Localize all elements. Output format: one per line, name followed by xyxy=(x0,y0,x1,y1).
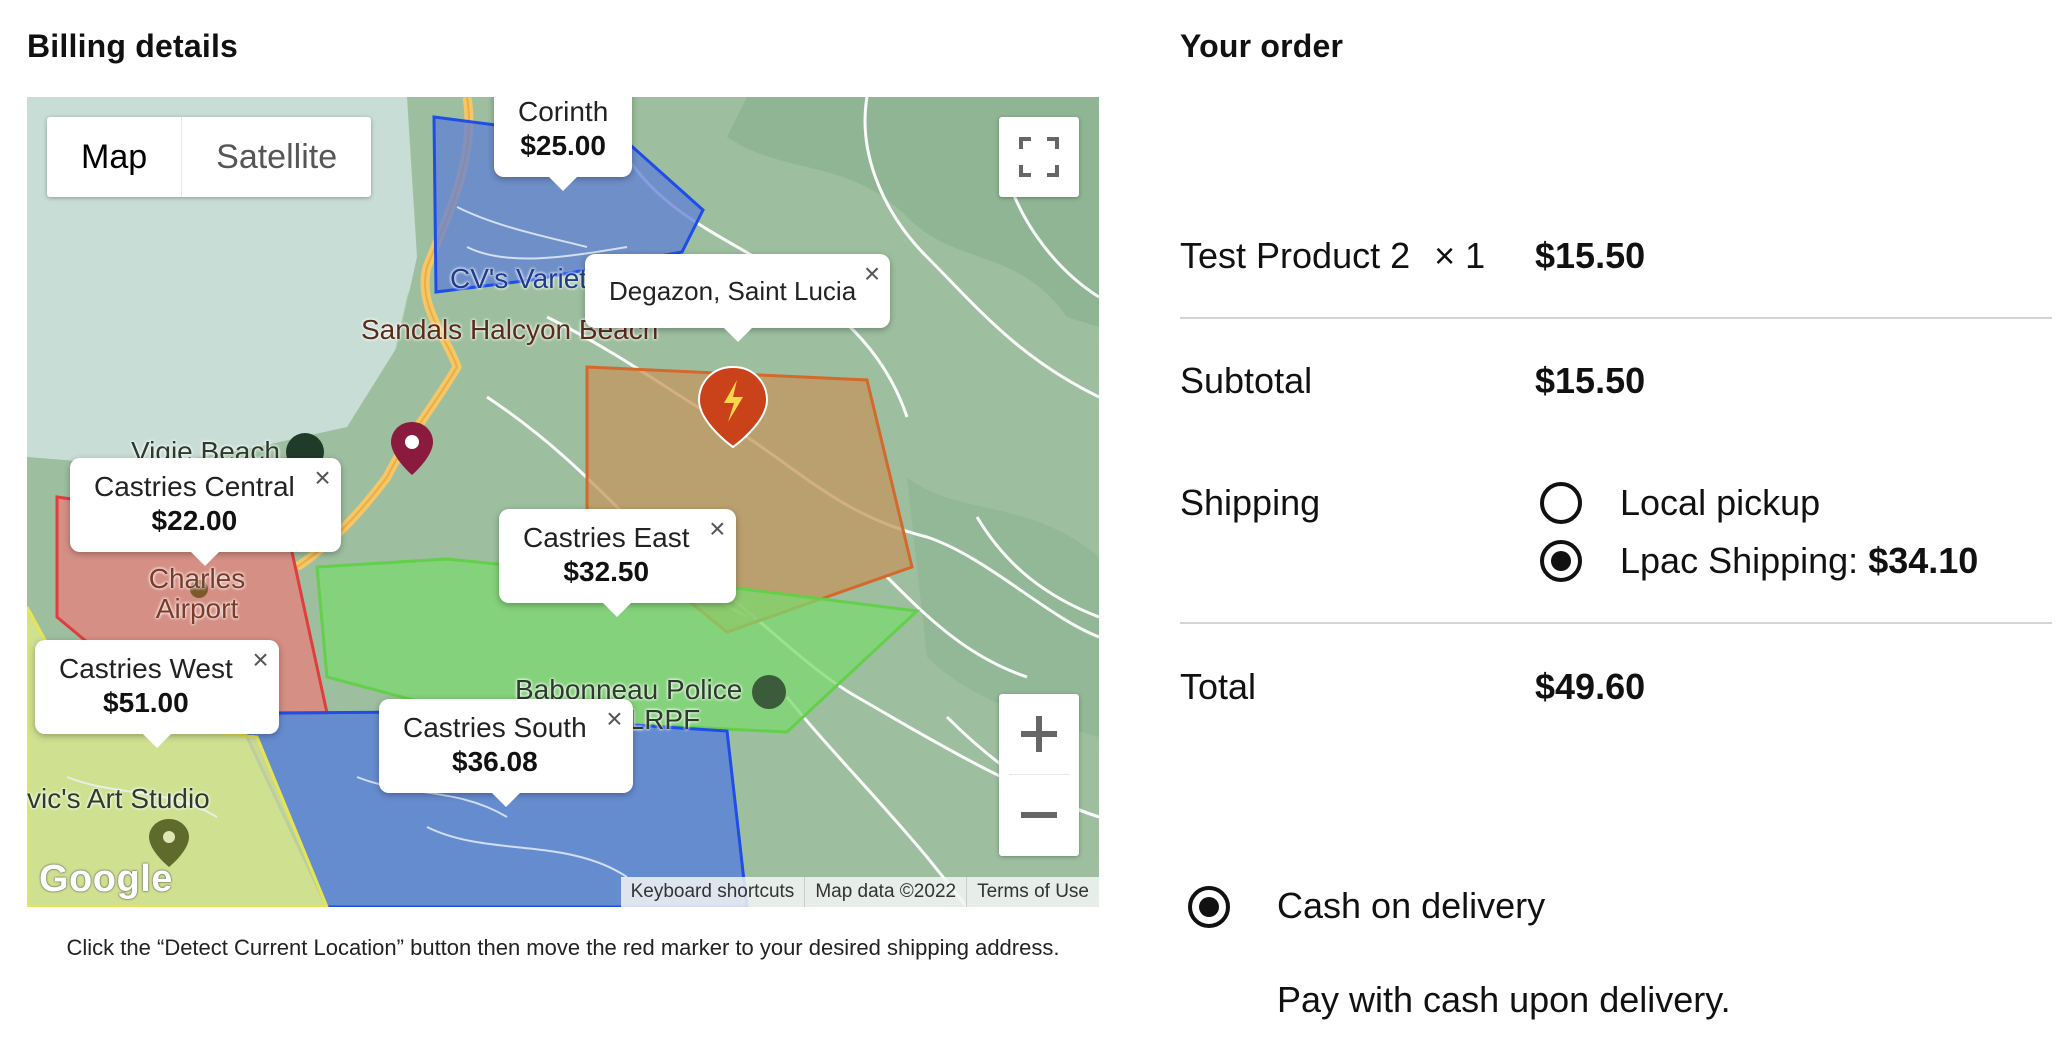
payment-cod-label[interactable]: Cash on delivery xyxy=(1277,885,1545,927)
shipping-lpac-option[interactable]: Lpac Shipping: $34.10 xyxy=(1620,540,1978,582)
shipping-lpac-label: Lpac Shipping: xyxy=(1620,540,1869,581)
zone-name: Castries East xyxy=(523,522,690,553)
total-value: $49.60 xyxy=(1535,666,1646,707)
payment-description: Pay with cash upon delivery. xyxy=(1277,979,1731,1020)
minus-icon xyxy=(1021,812,1057,818)
map-data-text: Map data ©2022 xyxy=(804,877,966,907)
close-icon[interactable]: × xyxy=(314,464,330,492)
zone-price: $32.50 xyxy=(563,556,650,587)
billing-column: Billing details CV's Variet Sandals Halc… xyxy=(27,0,1099,1048)
zone-price: $51.00 xyxy=(103,687,189,718)
zoom-in-button[interactable] xyxy=(999,694,1079,774)
plus-icon xyxy=(1021,716,1057,752)
shipping-local-pickup-label[interactable]: Local pickup xyxy=(1620,482,1820,524)
order-column: Your order Test Product 2 × 1 $15.50 Sub… xyxy=(1180,0,2052,1048)
zone-popup-castries-east: Castries East $32.50 × xyxy=(499,509,736,617)
product-price: $15.50 xyxy=(1535,235,1646,276)
divider xyxy=(1180,317,2052,319)
place-label-cvs: CV's Variet xyxy=(450,263,588,294)
zone-name: Castries Central xyxy=(94,471,295,502)
divider xyxy=(1180,622,2052,624)
billing-title: Billing details xyxy=(27,28,239,64)
marker-popup: Degazon, Saint Lucia × xyxy=(585,254,891,342)
fullscreen-icon xyxy=(1019,137,1059,177)
place-label-art-studio: vic's Art Studio xyxy=(27,783,210,814)
product-qty: × 1 xyxy=(1434,235,1486,276)
terms-of-use-link[interactable]: Terms of Use xyxy=(966,877,1099,907)
shipping-local-pickup-radio[interactable] xyxy=(1540,482,1582,524)
zone-name: Castries South xyxy=(403,712,587,743)
place-label-airport: Charles Airport xyxy=(148,563,246,624)
zone-popup-castries-south: Castries South $36.08 × xyxy=(379,699,633,807)
product-line: Test Product 2 × 1 xyxy=(1180,235,1485,277)
total-row: Total $49.60 xyxy=(1180,666,2052,716)
zone-price: $36.08 xyxy=(452,746,538,777)
order-item-row: Test Product 2 × 1 $15.50 xyxy=(1180,235,2052,285)
subtotal-value: $15.50 xyxy=(1535,360,1646,401)
close-icon[interactable]: × xyxy=(864,260,880,288)
zone-price: $22.00 xyxy=(151,505,238,536)
shipping-row: Shipping Local pickup Lpac Shipping: $34… xyxy=(1180,482,2052,592)
close-icon[interactable]: × xyxy=(606,705,622,733)
map-instruction: Click the “Detect Current Location” butt… xyxy=(66,935,1060,960)
subtotal-row: Subtotal $15.50 xyxy=(1180,360,2052,410)
payment-cod-radio[interactable] xyxy=(1188,886,1230,928)
close-icon[interactable]: × xyxy=(709,515,725,543)
zone-popup-corinth: Corinth $25.00 xyxy=(494,97,633,191)
shipping-lpac-price: $34.10 xyxy=(1868,540,1979,581)
zoom-control xyxy=(999,694,1079,856)
map-attribution: Keyboard shortcuts Map data ©2022 Terms … xyxy=(620,877,1099,907)
close-icon[interactable]: × xyxy=(252,646,268,674)
fullscreen-button[interactable] xyxy=(999,117,1079,197)
map-type-map-button[interactable]: Map xyxy=(47,117,183,197)
map-type-control: Map Satellite xyxy=(47,117,372,197)
zone-name: Corinth xyxy=(518,97,609,127)
map-type-satellite-button[interactable]: Satellite xyxy=(182,117,371,197)
order-title: Your order xyxy=(1180,28,1344,64)
marker-popup-text: Degazon, Saint Lucia xyxy=(609,276,857,306)
zone-name: Castries West xyxy=(59,653,233,684)
zone-popup-castries-central: Castries Central $22.00 × xyxy=(70,458,341,566)
zone-popup-castries-west: Castries West $51.00 × xyxy=(35,640,279,748)
total-label: Total xyxy=(1180,666,1257,707)
shipping-label: Shipping xyxy=(1180,482,1321,523)
police-pin-icon xyxy=(752,675,786,709)
shipping-lpac-radio[interactable] xyxy=(1540,540,1582,582)
shipping-map[interactable]: CV's Variet Sandals Halcyon Beach Vigie … xyxy=(27,97,1099,907)
subtotal-label: Subtotal xyxy=(1180,360,1313,401)
zone-price: $25.00 xyxy=(520,130,606,161)
product-name: Test Product 2 xyxy=(1180,235,1411,276)
google-logo: Google xyxy=(39,858,173,900)
keyboard-shortcuts-link[interactable]: Keyboard shortcuts xyxy=(621,877,805,907)
zoom-out-button[interactable] xyxy=(999,775,1079,855)
